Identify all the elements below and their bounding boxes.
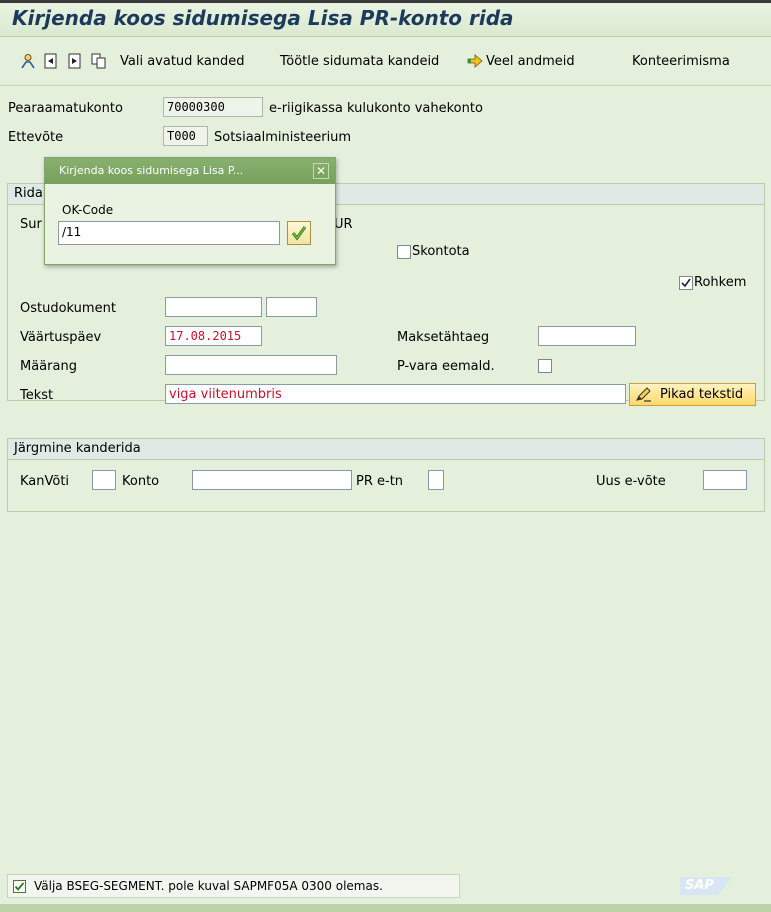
- ettevote-field[interactable]: T000: [163, 126, 208, 146]
- bottom-border: [0, 904, 771, 912]
- maksetahtaeg-label: Maksetähtaeg: [397, 330, 490, 345]
- sap-logo: SAP: [680, 877, 732, 895]
- previous-document-icon[interactable]: [43, 53, 59, 69]
- kanvoti-label: KanVõti: [20, 474, 70, 489]
- ettevote-label: Ettevõte: [8, 130, 64, 145]
- checkmark-icon: [291, 226, 307, 241]
- okcode-dialog-title: Kirjenda koos sidumisega Lisa P...: [59, 164, 244, 177]
- okcode-input[interactable]: /11: [58, 221, 280, 245]
- jargmine-kanderida-header: Järgmine kanderida: [8, 439, 764, 460]
- ettevote-description: Sotsiaalministeerium: [214, 130, 352, 145]
- page-title: Kirjenda koos sidumisega Lisa PR-konto r…: [12, 6, 514, 30]
- status-message: Välja BSEG-SEGMENT. pole kuval SAPMF05A …: [34, 879, 383, 893]
- next-document-icon[interactable]: [67, 53, 83, 69]
- copy-icon[interactable]: [91, 53, 107, 69]
- title-bar: Kirjenda koos sidumisega Lisa PR-konto r…: [0, 3, 771, 37]
- tekst-label: Tekst: [20, 388, 54, 403]
- vaartuspaev-label: Väärtuspäev: [20, 330, 102, 345]
- maksetahtaeg-field[interactable]: [538, 326, 636, 346]
- tootle-sidumata-kandeid-button[interactable]: Töötle sidumata kandeid: [280, 54, 439, 69]
- konto-field[interactable]: [192, 470, 352, 490]
- konteerimismall-button[interactable]: Konteerimisma: [632, 54, 730, 69]
- pikad-tekstid-button[interactable]: Pikad tekstid: [629, 383, 756, 406]
- skontota-label: Skontota: [412, 244, 470, 259]
- summa-label: Sur: [20, 217, 42, 232]
- okcode-dialog: Kirjenda koos sidumisega Lisa P... ✕ OK-…: [44, 157, 336, 265]
- application-toolbar: Vali avatud kanded Töötle sidumata kande…: [0, 37, 771, 86]
- pr-etn-field[interactable]: [428, 470, 444, 490]
- pearaamatukonto-label: Pearaamatukonto: [8, 101, 123, 116]
- ostudokument-label: Ostudokument: [20, 301, 116, 316]
- ostudokument-field[interactable]: [165, 297, 262, 317]
- status-bar: Välja BSEG-SEGMENT. pole kuval SAPMF05A …: [7, 874, 460, 898]
- pvara-eemald-label: P-vara eemald.: [397, 359, 495, 374]
- pearaamatukonto-field[interactable]: 70000300: [163, 97, 263, 117]
- confirm-button[interactable]: [287, 221, 311, 245]
- success-check-icon: [13, 880, 26, 893]
- rohkem-label: Rohkem: [694, 275, 747, 290]
- rohkem-checkbox[interactable]: [679, 276, 693, 290]
- uus-evote-label: Uus e-võte: [596, 474, 666, 489]
- maarang-field[interactable]: [165, 355, 337, 375]
- arrow-right-icon[interactable]: [467, 53, 483, 69]
- checkmark-icon: [681, 278, 691, 288]
- okcode-label: OK-Code: [62, 203, 114, 217]
- pikad-tekstid-label: Pikad tekstid: [660, 387, 744, 402]
- ostudokument-item-field[interactable]: [266, 297, 317, 317]
- vali-avatud-kanded-button[interactable]: Vali avatud kanded: [120, 54, 245, 69]
- kanvoti-field[interactable]: [92, 470, 116, 490]
- konto-label: Konto: [122, 474, 160, 489]
- pencil-icon: [636, 387, 651, 402]
- veel-andmeid-button[interactable]: Veel andmeid: [486, 54, 575, 69]
- skontota-checkbox[interactable]: [397, 245, 411, 259]
- jargmine-kanderida-title: Järgmine kanderida: [14, 441, 141, 456]
- pr-etn-label: PR e-tn: [356, 474, 404, 489]
- close-icon[interactable]: ✕: [313, 163, 329, 179]
- tekst-field[interactable]: viga viitenumbris: [165, 384, 626, 404]
- rida-group-title: Rida: [14, 186, 43, 201]
- vaartuspaev-field[interactable]: 17.08.2015: [165, 326, 262, 346]
- currency-label: UR: [334, 217, 353, 232]
- maarang-label: Määrang: [20, 359, 77, 374]
- pvara-eemald-checkbox[interactable]: [538, 359, 552, 373]
- pearaamatukonto-description: e-riigikassa kulukonto vahekonto: [269, 101, 483, 116]
- uus-evote-field[interactable]: [703, 470, 747, 490]
- person-icon[interactable]: [20, 53, 36, 69]
- okcode-dialog-header: Kirjenda koos sidumisega Lisa P... ✕: [45, 158, 335, 184]
